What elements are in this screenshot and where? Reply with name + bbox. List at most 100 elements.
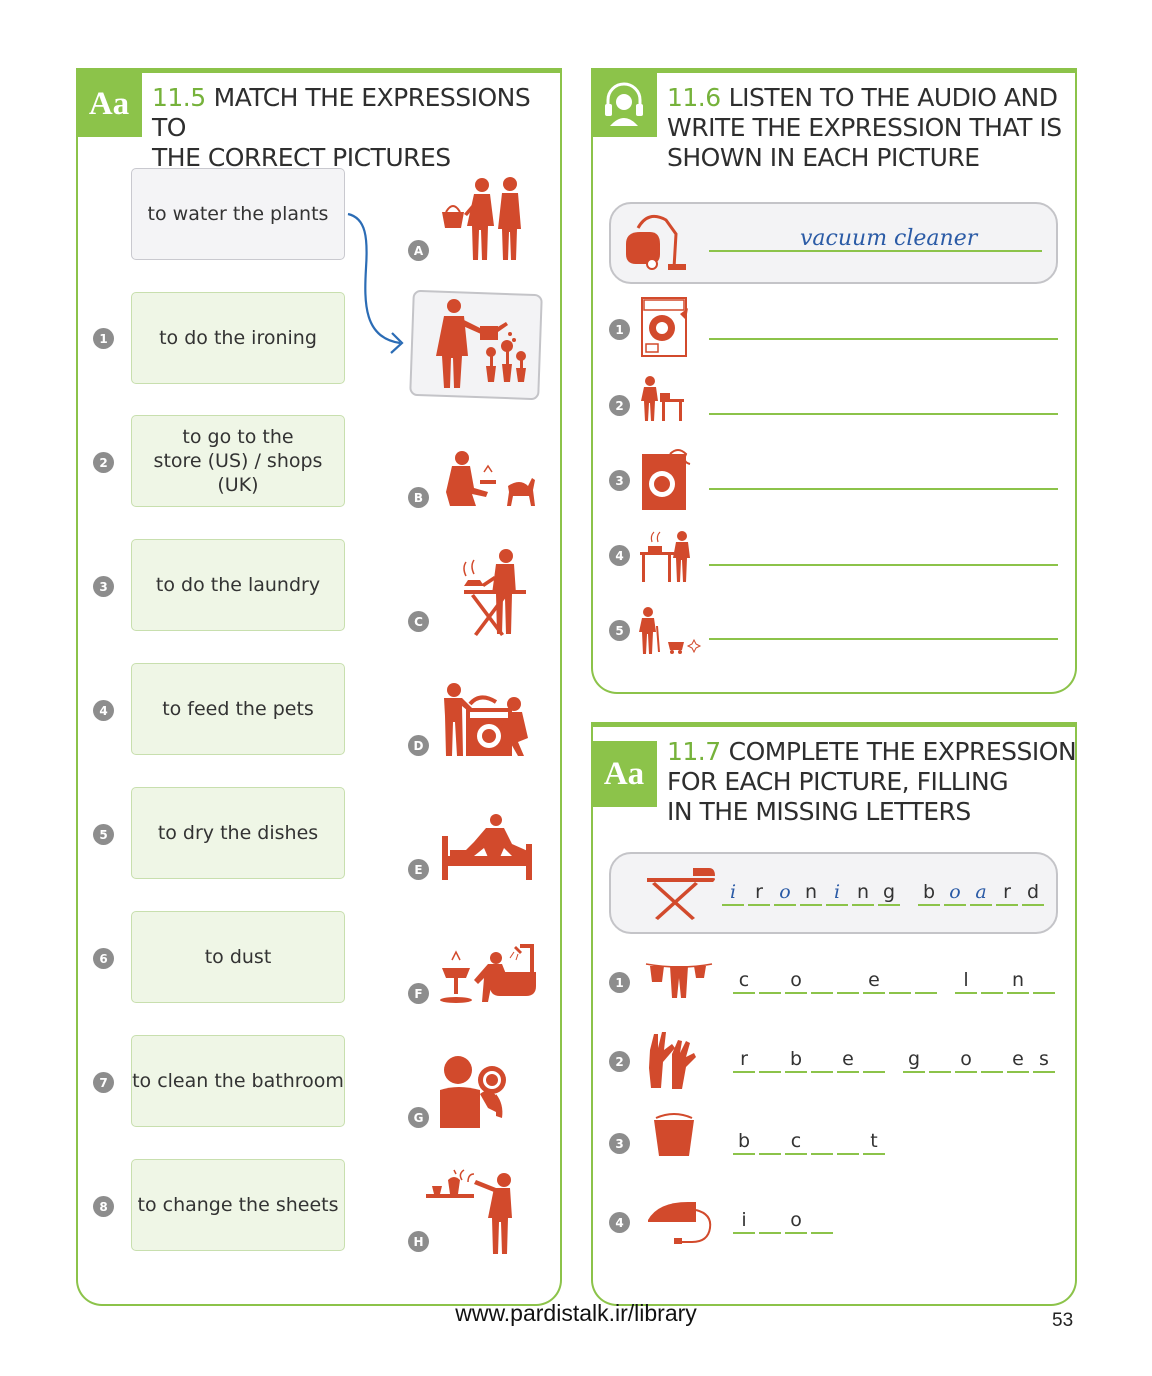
number-circle: 8 [93,1196,114,1217]
letter-slot[interactable] [1033,968,1055,994]
letter-slot: o [785,968,807,994]
letter-slot: n [852,880,874,906]
clothes-line-icon [645,963,713,998]
exercise-11-6-title: 11.6 LISTEN TO THE AUDIO AND WRITE THE EX… [667,83,1077,173]
letter-slot: o [774,880,796,906]
number-circle: 2 [93,452,114,473]
word-3[interactable]: bct [733,1129,889,1155]
letter-slot: l [955,968,977,994]
letter-slot: o [785,1208,807,1234]
expression-line: to go to the [182,426,294,448]
letter-slot: r [996,880,1018,906]
letter-slot[interactable] [915,968,937,994]
mopping-person-icon [639,607,702,654]
washing-machine-spin-icon [642,449,691,510]
exercise-number: 11.6 [667,83,721,112]
letter-slot: c [733,968,755,994]
letter-slot[interactable] [863,1047,885,1073]
number-circle: 3 [609,470,630,491]
letter-slot: e [863,968,885,994]
expression-line: store (US) / shops (UK) [153,450,323,496]
exercise-number: 11.5 [152,83,206,112]
letter-slot[interactable] [929,1047,951,1073]
picture-letter: D [408,735,429,756]
letter-slot[interactable] [889,968,911,994]
picture-letter: F [408,983,429,1004]
ironing-board-icon [647,868,715,920]
letter-slot[interactable] [981,968,1003,994]
letter-slot[interactable] [759,1129,781,1155]
letter-gap [904,880,914,904]
letter-slot: n [1007,968,1029,994]
letter-slot: g [903,1047,925,1073]
number-circle: 4 [93,700,114,721]
answer-line-1[interactable] [709,338,1058,340]
expression-4[interactable]: to feed the pets [131,663,345,755]
headphones-icon [605,82,643,126]
number-circle: 5 [93,824,114,845]
number-circle: 3 [609,1133,630,1154]
letter-slot: i [722,880,744,906]
picture-letter: A [408,240,429,261]
number-circle: 4 [609,545,630,566]
title-line: COMPLETE THE EXPRESSION [728,737,1077,766]
letter-gap [941,968,951,992]
letter-slot: n [800,880,822,906]
number-circle: 3 [93,576,114,597]
laundry-machine-icon [444,683,528,756]
listening-badge [591,71,657,137]
picture-letter: G [408,1107,429,1128]
answer-line-2[interactable] [709,413,1058,415]
number-circle: 2 [609,1051,630,1072]
number-circle: 2 [609,395,630,416]
person-at-table-icon [641,376,684,421]
number-circle: 1 [93,328,114,349]
example-word: ironingboard [722,880,1048,906]
letter-slot[interactable] [811,1047,833,1073]
exercise-11-5-title: 11.5 MATCH THE EXPRESSIONS TO THE CORRECT… [152,83,562,173]
letter-slot: e [1007,1047,1029,1073]
footer-url[interactable]: www.pardistalk.ir/library [0,1300,1152,1327]
expression-7[interactable]: to clean the bathroom [131,1035,345,1127]
vocabulary-badge: Aa [591,741,657,807]
letter-slot[interactable] [811,1208,833,1234]
cooking-person-icon [640,531,690,582]
letter-slot: r [733,1047,755,1073]
expression-3[interactable]: to do the laundry [131,539,345,631]
bucket-icon [654,1113,694,1156]
title-line: SHOWN IN EACH PICTURE [667,143,980,172]
letter-slot: r [748,880,770,906]
example-expression: to water the plants [131,168,345,260]
answer-line-3[interactable] [709,488,1058,490]
exercise-number: 11.7 [667,737,721,766]
letter-slot[interactable] [837,1129,859,1155]
rubber-gloves-icon [649,1032,696,1089]
word-1[interactable]: coeln [733,968,1059,994]
letter-slot[interactable] [811,1129,833,1155]
letter-slot: s [1033,1047,1055,1073]
expression-1[interactable]: to do the ironing [131,292,345,384]
title-line: IN THE MISSING LETTERS [667,797,971,826]
letter-slot[interactable] [759,1208,781,1234]
expression-2[interactable]: to go to the store (US) / shops (UK) [131,415,345,507]
letter-slot: i [826,880,848,906]
expression-5[interactable]: to dry the dishes [131,787,345,879]
letter-gap [889,1047,899,1071]
letter-slot[interactable] [759,968,781,994]
drying-dishes-icon [440,1056,506,1128]
answer-line-4[interactable] [709,564,1058,566]
letter-slot[interactable] [837,968,859,994]
expression-8[interactable]: to change the sheets [131,1159,345,1251]
letter-slot[interactable] [759,1047,781,1073]
word-2[interactable]: rbegoes [733,1047,1059,1073]
letter-slot: e [837,1047,859,1073]
ironing-person-icon [463,549,526,636]
letter-slot[interactable] [811,968,833,994]
word-4[interactable]: io [733,1208,837,1234]
answer-line-5[interactable] [709,638,1058,640]
number-circle: 4 [609,1212,630,1233]
iron-icon [648,1202,712,1244]
expression-6[interactable]: to dust [131,911,345,1003]
letter-slot[interactable] [981,1047,1003,1073]
number-circle: 7 [93,1072,114,1093]
